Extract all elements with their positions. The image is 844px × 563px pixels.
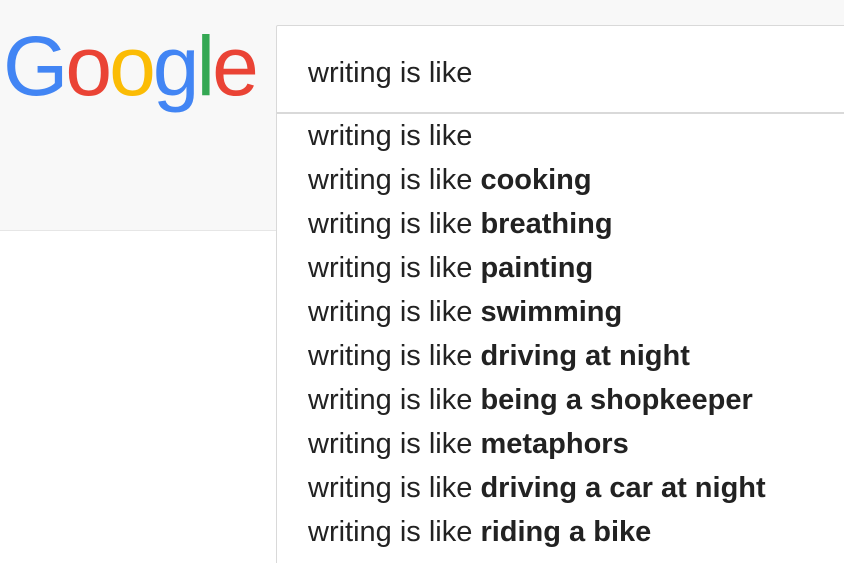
suggestion-completion: cooking bbox=[480, 164, 592, 196]
suggestions-dropdown: writing is like writing is like cooking … bbox=[276, 113, 844, 563]
suggestion-item[interactable]: writing is like riding a bike bbox=[308, 512, 651, 552]
suggestion-prefix: writing is like bbox=[308, 516, 481, 548]
suggestion-item[interactable]: writing is like swimming bbox=[308, 292, 622, 332]
suggestion-prefix: writing is like bbox=[308, 120, 473, 152]
suggestion-item[interactable]: writing is like cooking bbox=[308, 160, 592, 200]
suggestion-item[interactable]: writing is like painting bbox=[308, 248, 593, 288]
suggestion-completion: being a shopkeeper bbox=[480, 384, 753, 416]
suggestion-completion: riding a bike bbox=[480, 516, 652, 548]
suggestion-item[interactable]: writing is like bbox=[308, 116, 472, 156]
logo-letter: e bbox=[212, 19, 259, 113]
suggestion-item[interactable]: writing is like being a shopkeeper bbox=[308, 380, 753, 420]
suggestion-completion: breathing bbox=[480, 208, 613, 240]
suggestion-prefix: writing is like bbox=[308, 164, 481, 196]
suggestion-prefix: writing is like bbox=[308, 296, 481, 328]
suggestion-item[interactable]: writing is like metaphors bbox=[308, 424, 629, 464]
search-box[interactable] bbox=[276, 25, 844, 113]
search-input[interactable] bbox=[308, 55, 828, 91]
suggestion-prefix: writing is like bbox=[308, 252, 481, 284]
suggestion-prefix: writing is like bbox=[308, 384, 481, 416]
suggestion-completion: driving at night bbox=[480, 340, 690, 372]
suggestion-completion: painting bbox=[480, 252, 594, 284]
suggestion-prefix: writing is like bbox=[308, 472, 481, 504]
suggestion-item[interactable]: writing is like driving at night bbox=[308, 336, 690, 376]
logo-letter: g bbox=[152, 19, 200, 113]
google-logo[interactable]: Google bbox=[3, 19, 259, 113]
suggestion-prefix: writing is like bbox=[308, 340, 481, 372]
suggestion-completion: swimming bbox=[480, 296, 623, 328]
logo-letter: G bbox=[3, 19, 68, 113]
logo-letter: l bbox=[196, 19, 216, 113]
suggestion-prefix: writing is like bbox=[308, 208, 481, 240]
suggestion-item[interactable]: writing is like driving a car at night bbox=[308, 468, 766, 508]
suggestion-prefix: writing is like bbox=[308, 428, 481, 460]
suggestion-completion: driving a car at night bbox=[480, 472, 766, 504]
suggestion-item[interactable]: writing is like breathing bbox=[308, 204, 613, 244]
logo-letter: o bbox=[109, 19, 156, 113]
suggestion-completion: metaphors bbox=[480, 428, 629, 460]
logo-letter: o bbox=[65, 19, 112, 113]
